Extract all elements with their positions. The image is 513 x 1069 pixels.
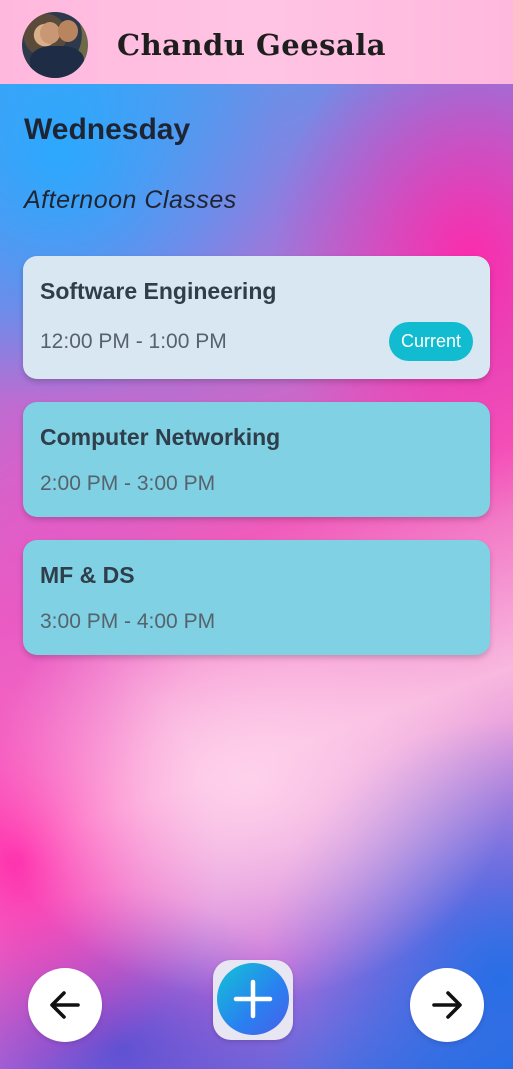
day-title: Wednesday <box>24 113 191 146</box>
avatar-body <box>30 46 84 78</box>
class-name: Computer Networking <box>40 424 281 450</box>
avatar-person-1 <box>40 22 60 44</box>
class-card-mf-ds[interactable]: MF & DS 3:00 PM - 4:00 PM <box>23 540 490 655</box>
avatar-person-2 <box>58 20 78 42</box>
avatar[interactable] <box>22 12 88 78</box>
previous-day-button[interactable] <box>28 968 102 1042</box>
arrow-left-icon <box>50 991 80 1019</box>
class-card-computer-networking[interactable]: Computer Networking 2:00 PM - 3:00 PM <box>23 402 490 517</box>
class-name: MF & DS <box>40 562 135 588</box>
class-time: 3:00 PM - 4:00 PM <box>40 610 216 633</box>
class-time: 2:00 PM - 3:00 PM <box>40 472 216 495</box>
plus-icon <box>233 979 273 1019</box>
class-time: 12:00 PM - 1:00 PM <box>40 330 227 353</box>
next-day-button[interactable] <box>410 968 484 1042</box>
current-badge: Current <box>388 322 473 361</box>
class-name: Software Engineering <box>40 278 277 304</box>
user-name: Chandu Geesala <box>117 28 387 62</box>
section-title: Afternoon Classes <box>24 186 237 214</box>
class-card-software-engineering[interactable]: Software Engineering 12:00 PM - 1:00 PM … <box>23 256 490 379</box>
add-class-button-frame <box>213 960 293 1040</box>
add-class-button[interactable] <box>217 963 289 1035</box>
app-header: Chandu Geesala <box>0 0 513 84</box>
arrow-right-icon <box>432 991 462 1019</box>
